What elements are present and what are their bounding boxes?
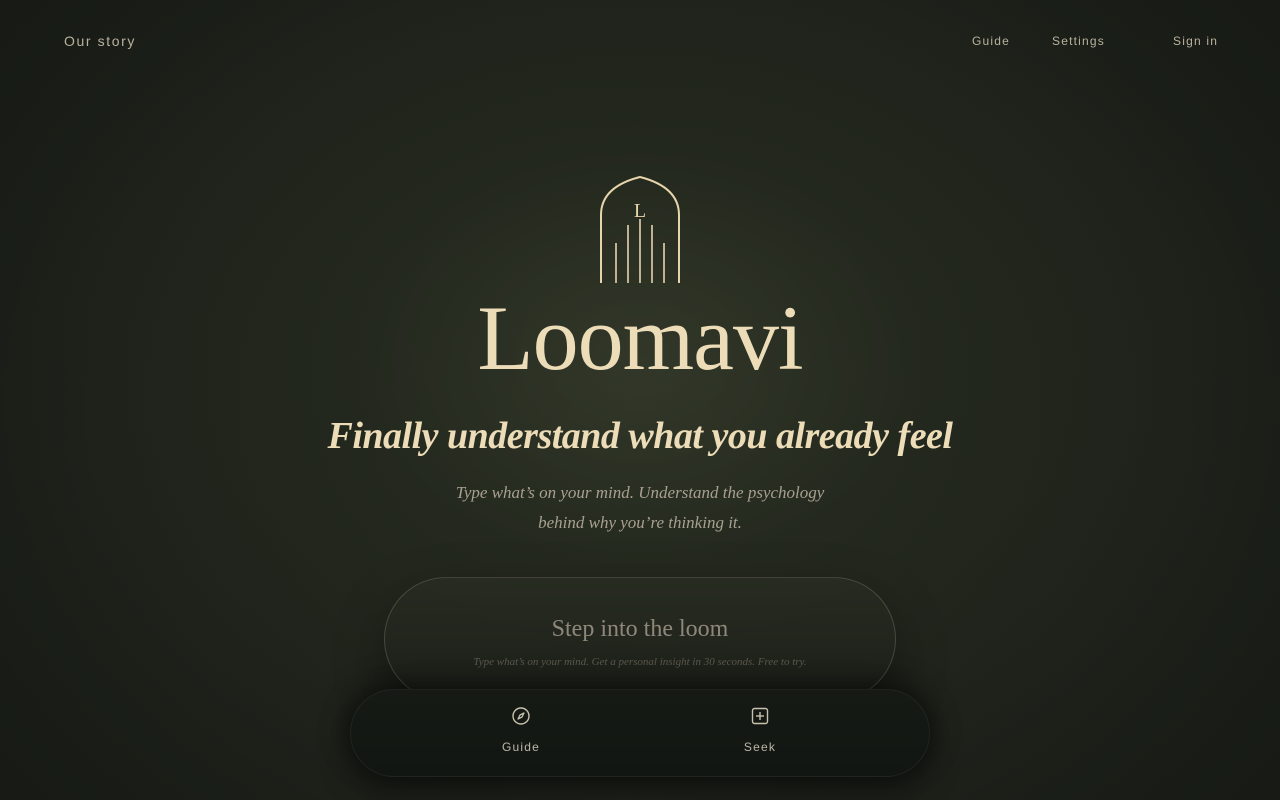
step-into-loom-button[interactable]: Step into the loom Type what’s on your m…: [384, 577, 896, 701]
logo-letter: L: [634, 200, 646, 222]
nav-guide-link[interactable]: Guide: [972, 34, 1010, 48]
plus-square-icon: [751, 707, 769, 725]
cta-subtitle: Type what’s on your mind. Get a personal…: [473, 656, 807, 668]
dock-guide-label: Guide: [501, 740, 541, 754]
hero-subtext-line-1: Type what’s on your mind. Understand the…: [455, 483, 825, 502]
nav-our-story-link[interactable]: Our story: [64, 33, 136, 49]
compass-icon: [512, 707, 530, 725]
nav-settings-link[interactable]: Settings: [1052, 34, 1105, 48]
dock-seek-label: Seek: [743, 740, 777, 754]
dock-seek-button[interactable]: Seek: [700, 706, 820, 766]
hero-subtext: Type what’s on your mind. Understand the…: [440, 478, 840, 538]
bottom-dock: Guide Seek: [350, 689, 930, 777]
hero-tagline: Finally understand what you already feel: [327, 415, 953, 457]
cta-title: Step into the loom: [551, 616, 729, 642]
nav-sign-in-link[interactable]: Sign in: [1173, 34, 1218, 48]
hero-subtext-line-2: behind why you’re thinking it.: [538, 513, 742, 532]
loom-arch-logo-icon: L: [600, 175, 680, 283]
dock-guide-button[interactable]: Guide: [461, 706, 581, 766]
brand-title: Loomavi: [477, 287, 803, 389]
